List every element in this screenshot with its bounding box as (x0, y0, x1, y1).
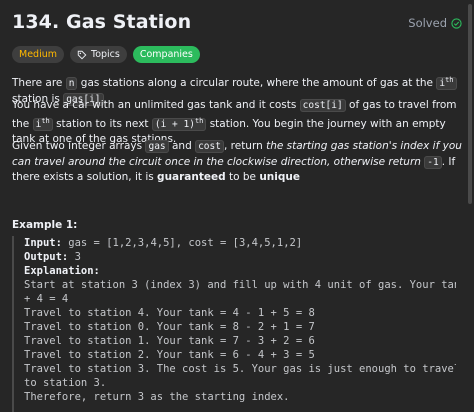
superscript: th (194, 116, 204, 125)
superscript: th (41, 116, 50, 125)
explanation-line: Therefore, return 3 as the starting inde… (24, 391, 290, 403)
text: to be (225, 171, 260, 183)
companies-button[interactable]: Companies (132, 46, 200, 63)
topics-button[interactable]: Topics (70, 46, 127, 63)
example-block: Input: gas = [1,2,3,4,5], cost = [3,4,5,… (12, 236, 456, 412)
inline-code: ith (32, 116, 53, 131)
input-value: gas = [1,2,3,4,5], cost = [3,4,5,1,2] (61, 237, 303, 249)
topics-label: Topics (91, 49, 120, 60)
superscript: th (445, 76, 454, 84)
output-value: 3 (68, 251, 81, 263)
text: and (168, 140, 196, 152)
explanation-line: Travel to station 1. Your tank = 7 - 3 +… (24, 335, 315, 347)
text: gas stations along a circular route, whe… (77, 77, 437, 90)
example-input-line: Input: gas = [1,2,3,4,5], cost = [3,4,5,… (24, 236, 456, 250)
bold-text: guaranteed (157, 171, 226, 183)
inline-code: gas (145, 140, 169, 153)
description-paragraph-3: Given two integer arrays gas and cost, r… (12, 139, 464, 186)
text: station to its next (52, 117, 152, 130)
scrollbar[interactable] (468, 4, 472, 204)
inline-code: (i + 1)th (151, 116, 207, 131)
bold-text: unique (259, 171, 300, 183)
inline-code: -1 (424, 155, 442, 169)
input-label: Input: (24, 237, 62, 249)
solved-label: Solved (408, 16, 447, 30)
difficulty-badge: Medium (12, 46, 64, 63)
inline-code: ith (436, 76, 457, 91)
inline-code: cost[i] (299, 99, 346, 112)
text: , return (223, 140, 267, 152)
explanation-line: Start at station 3 (index 3) and fill up… (24, 279, 456, 291)
explanation-line: Travel to station 2. Your tank = 6 - 4 +… (24, 349, 315, 361)
text: There are (12, 77, 66, 90)
explanation-line: + 4 = 4 (24, 293, 69, 305)
text: You have a car with an unlimited gas tan… (12, 99, 300, 111)
solved-status: Solved (408, 16, 462, 30)
inline-code: n (65, 77, 78, 91)
check-circle-icon (451, 17, 462, 29)
explanation-label: Explanation: (24, 265, 100, 277)
text: Given two integer arrays (12, 140, 146, 152)
problem-header: 134. Gas Station Solved (12, 11, 462, 41)
problem-title[interactable]: 134. Gas Station (12, 11, 191, 33)
problem-description-panel: 134. Gas Station Solved Medium Topics Co… (0, 0, 474, 412)
explanation-line: to station 3. (24, 377, 107, 389)
text: (i + 1) (154, 118, 195, 130)
tag-icon (77, 50, 87, 59)
output-label: Output: (24, 251, 69, 263)
explanation-line: Travel to station 3. The cost is 5. Your… (24, 363, 456, 375)
explanation-line: Travel to station 4. Your tank = 4 - 1 +… (24, 307, 315, 319)
example-title: Example 1: (12, 219, 78, 231)
explanation-line: Travel to station 0. Your tank = 8 - 2 +… (24, 321, 315, 333)
tag-row: Medium Topics Companies (12, 46, 200, 63)
example-output-line: Output: 3 (24, 250, 456, 264)
inline-code: cost (195, 140, 224, 153)
